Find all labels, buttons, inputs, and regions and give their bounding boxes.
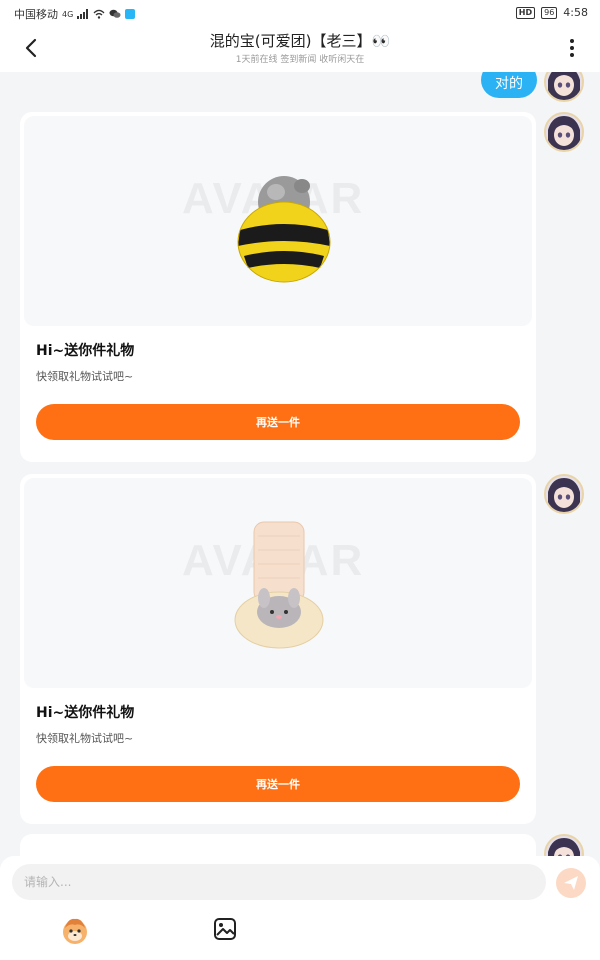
gift-card[interactable]: AVATAR Hi~送你件礼物 快领取礼物试试吧~ 再送一件 xyxy=(20,112,536,462)
send-another-gift-button[interactable]: 再送一件 xyxy=(36,404,520,440)
status-right: HD 96 4:58 xyxy=(515,6,588,19)
anime-avatar-icon xyxy=(546,72,582,100)
message-list[interactable]: 对的 AVATAR xyxy=(0,72,600,860)
send-button[interactable] xyxy=(556,868,586,898)
carrier-name: 中国移动 xyxy=(14,8,58,21)
gift-card-title: Hi~送你件礼物 xyxy=(36,343,135,359)
app-notification-icon xyxy=(125,9,136,19)
anime-avatar-icon xyxy=(546,114,582,150)
avatar[interactable] xyxy=(544,112,584,152)
signal-type: 4G xyxy=(62,9,74,19)
gift-card[interactable]: AVATAR Hi~送你件礼物 快领取礼物试试吧~ 再送一件 xyxy=(20,474,536,824)
back-arrow-icon xyxy=(25,38,37,58)
avatar[interactable] xyxy=(544,474,584,514)
avatar[interactable] xyxy=(544,72,584,102)
battery-indicator: 96 xyxy=(541,6,558,19)
signal-icon xyxy=(77,9,89,19)
sent-message-bubble[interactable]: 对的 xyxy=(481,72,537,98)
gift-card-description: 快领取礼物试试吧~ xyxy=(36,370,134,383)
wechat-icon xyxy=(109,9,121,18)
input-bar xyxy=(0,856,600,960)
clock: 4:58 xyxy=(563,6,588,19)
anime-avatar-icon xyxy=(546,476,582,512)
gift-card-description: 快领取礼物试试吧~ xyxy=(36,732,134,745)
more-vertical-icon xyxy=(570,39,574,57)
emoji-button[interactable] xyxy=(60,916,90,946)
emoji-icon xyxy=(63,918,87,944)
image-button[interactable] xyxy=(212,916,238,942)
status-left: 中国移动 4G xyxy=(14,6,136,22)
gift-image: AVATAR xyxy=(24,116,532,326)
wifi-icon xyxy=(93,9,105,19)
hd-badge: HD xyxy=(515,6,536,19)
send-icon xyxy=(564,876,578,890)
chat-header: 混的宝(可爱团)【老三】👀 1天前在线 签到新闻 收听闲天在 xyxy=(0,26,600,72)
send-another-gift-button[interactable]: 再送一件 xyxy=(36,766,520,802)
more-options-button[interactable] xyxy=(560,36,584,60)
bee-plush-icon xyxy=(237,176,331,283)
chat-title: 混的宝(可爱团)【老三】👀 xyxy=(209,32,391,50)
chat-subtitle: 1天前在线 签到新闻 收听闲天在 xyxy=(235,55,365,65)
bunny-sock-icon xyxy=(234,521,324,649)
message-input[interactable] xyxy=(12,864,546,900)
image-icon xyxy=(214,918,236,940)
gift-card-title: Hi~送你件礼物 xyxy=(36,705,135,721)
gift-image: AVATAR xyxy=(24,478,532,688)
back-button[interactable] xyxy=(20,36,44,60)
status-bar: 中国移动 4G HD 96 4:58 xyxy=(0,0,600,26)
